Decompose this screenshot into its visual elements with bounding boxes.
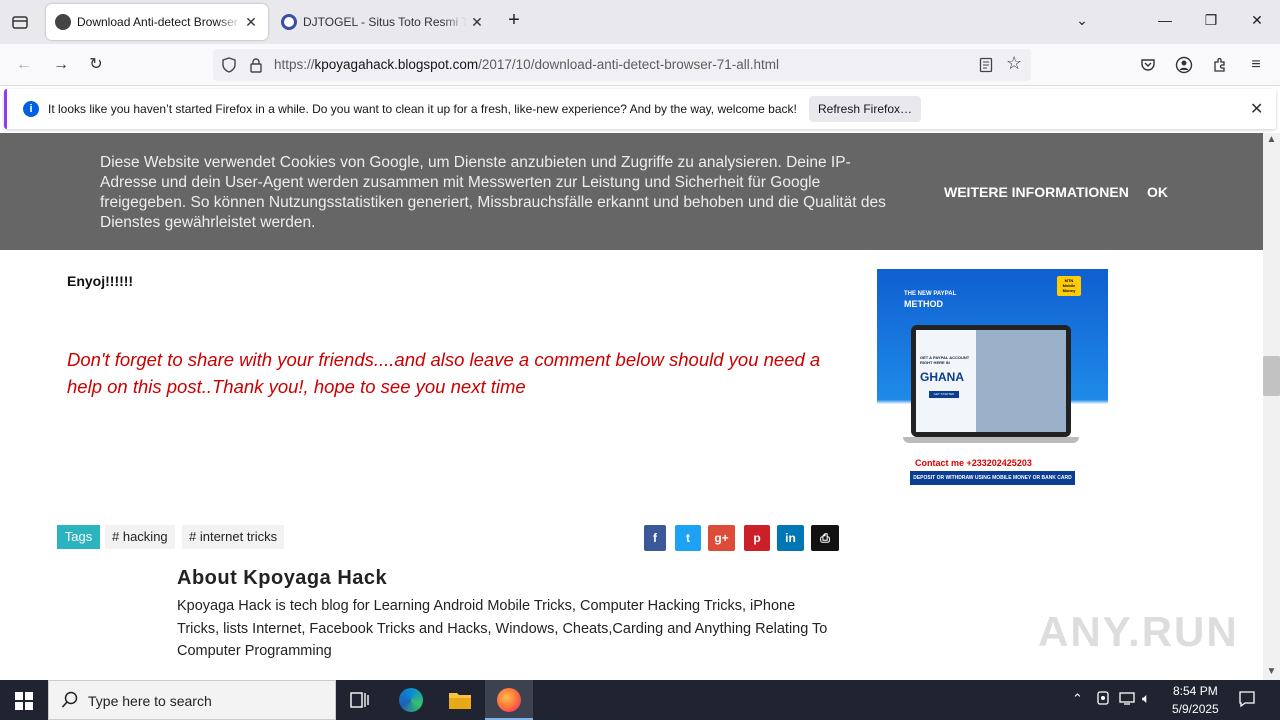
tag-internet-tricks[interactable]: # internet tricks [182, 525, 285, 549]
ad-screen-text: GET A PAYPAL ACCOUNT RIGHT HERE IN [920, 355, 970, 365]
ad-contact: Contact me +233202425203 [915, 458, 1032, 468]
pocket-icon[interactable] [1137, 54, 1159, 76]
laptop-image: GET A PAYPAL ACCOUNT RIGHT HERE IN GHANA… [903, 325, 1079, 445]
start-icon[interactable] [15, 692, 33, 715]
cookie-banner: Diese Website verwendet Cookies von Goog… [0, 133, 1263, 250]
tab-list-icon[interactable] [10, 12, 30, 32]
new-tab-icon[interactable]: + [504, 9, 524, 31]
ad-screen-ghana: GHANA [920, 370, 964, 384]
extensions-icon[interactable] [1209, 54, 1231, 76]
refresh-firefox-button[interactable]: Refresh Firefox… [809, 96, 921, 122]
ad-headline-line2: METHOD [904, 299, 943, 309]
firefox-icon [497, 688, 521, 712]
volume-icon[interactable]: 🔈︎ [1142, 690, 1150, 707]
display-icon[interactable] [1118, 690, 1136, 709]
notification-bar: i It looks like you haven’t started Fire… [4, 89, 1276, 129]
file-explorer-icon[interactable] [448, 690, 472, 715]
print-button[interactable]: ⎙ [811, 525, 839, 551]
taskbar-search-box[interactable]: Type here to search [48, 680, 336, 720]
reload-icon[interactable]: ↻ [85, 54, 107, 76]
tag-hacking[interactable]: # hacking [105, 525, 175, 549]
navigation-toolbar: ← → ↻ https://kpoyagahack.blogspot.com/2… [0, 44, 1280, 86]
tab-title: DJTOGEL - Situs Toto Resmi Terg [303, 15, 467, 29]
ad-headline: THE NEW PAYPAL METHOD [904, 289, 956, 309]
url-text[interactable]: https://kpoyagahack.blogspot.com/2017/10… [274, 57, 779, 72]
shield-icon[interactable] [221, 57, 237, 78]
share-reminder: Don't forget to share with your friends.… [67, 349, 821, 397]
tab-close-icon[interactable]: ✕ [467, 14, 487, 31]
tags-label: Tags [57, 525, 100, 549]
scroll-down-icon[interactable]: ▼ [1263, 666, 1280, 680]
bookmark-star-icon[interactable]: ☆ [1006, 53, 1022, 74]
lock-icon[interactable] [249, 57, 263, 78]
notifications-icon[interactable] [1238, 690, 1256, 711]
cookie-ok-button[interactable]: OK [1147, 184, 1168, 200]
url-host: kpoyagahack.blogspot.com [314, 57, 479, 72]
mtn-badge-text: MTN Mobile Money [1062, 278, 1076, 293]
url-path: /2017/10/download-anti-detect-browser-71… [478, 57, 780, 72]
site-favicon-icon [55, 14, 71, 30]
ad-footer: DEPOSIT OR WITHDRAW USING MOBILE MONEY O… [910, 471, 1075, 485]
clock-date[interactable]: 5/9/2025 [1172, 702, 1219, 716]
search-icon [61, 691, 79, 714]
list-all-tabs-icon[interactable]: ⌄ [1072, 12, 1092, 32]
edge-icon[interactable] [399, 688, 423, 712]
pinterest-share-button[interactable]: p [744, 525, 770, 551]
ad-screen-button: GET STARTED [929, 391, 959, 398]
twitter-share-button[interactable]: t [675, 525, 701, 551]
address-bar[interactable]: https://kpoyagahack.blogspot.com/2017/10… [213, 49, 1031, 81]
firefox-taskbar-button[interactable] [485, 680, 533, 720]
tab-close-icon[interactable]: ✕ [241, 14, 261, 31]
about-title: About Kpoyaga Hack [177, 567, 388, 589]
minimize-icon[interactable]: — [1155, 12, 1175, 32]
search-placeholder: Type here to search [88, 693, 212, 709]
anyrun-watermark: ANY.RUN [1038, 608, 1239, 655]
linkedin-share-button[interactable]: in [777, 525, 804, 551]
page-content: Diese Website verwendet Cookies von Goog… [0, 133, 1263, 680]
scrollbar-thumb[interactable] [1263, 356, 1280, 396]
more-info-link[interactable]: WEITERE INFORMATIONEN [944, 184, 1129, 200]
windows-taskbar: Type here to search ⌃ 🔈︎ 8:54 PM 5/9/202… [0, 680, 1280, 720]
paypal-ad-banner[interactable]: THE NEW PAYPAL METHOD MTN Mobile Money G… [877, 269, 1108, 487]
notification-close-icon[interactable]: ✕ [1250, 99, 1263, 119]
google-plus-share-button[interactable]: g+ [708, 525, 735, 551]
facebook-share-button[interactable]: f [644, 525, 666, 551]
show-hidden-icons[interactable]: ⌃ [1072, 691, 1083, 707]
page-scrollbar[interactable] [1263, 133, 1280, 680]
account-icon[interactable] [1173, 54, 1195, 76]
site-favicon-icon [281, 14, 297, 30]
tab-active[interactable]: Download Anti-detect Browser ✕ [46, 4, 268, 40]
task-view-icon[interactable] [350, 691, 370, 714]
about-text: Kpoyaga Hack is tech blog for Learning A… [177, 598, 828, 659]
tab-bar: Download Anti-detect Browser ✕ DJTOGEL -… [0, 0, 1280, 44]
mtn-badge: MTN Mobile Money [1057, 276, 1081, 296]
reader-view-icon[interactable] [979, 57, 993, 78]
network-icon[interactable] [1095, 690, 1111, 709]
clock-time[interactable]: 8:54 PM [1173, 684, 1218, 698]
tab-title: Download Anti-detect Browser [77, 15, 238, 29]
cookie-text: Diese Website verwendet Cookies von Goog… [100, 154, 886, 231]
url-scheme: https:// [274, 57, 315, 72]
back-icon[interactable]: ← [13, 54, 35, 76]
enjoy-text: Enyoj!!!!!! [67, 273, 134, 289]
tab-inactive[interactable]: DJTOGEL - Situs Toto Resmi Terg ✕ [272, 4, 494, 40]
window-close-icon[interactable]: ✕ [1247, 12, 1267, 32]
info-icon: i [23, 101, 39, 117]
menu-icon[interactable]: ≡ [1245, 54, 1267, 76]
forward-icon[interactable]: → [50, 54, 72, 76]
scroll-up-icon[interactable]: ▲ [1263, 134, 1280, 148]
maximize-icon[interactable]: ❐ [1201, 12, 1221, 32]
ad-headline-line1: THE NEW PAYPAL [904, 291, 957, 297]
notification-message: It looks like you haven’t started Firefo… [48, 102, 797, 116]
